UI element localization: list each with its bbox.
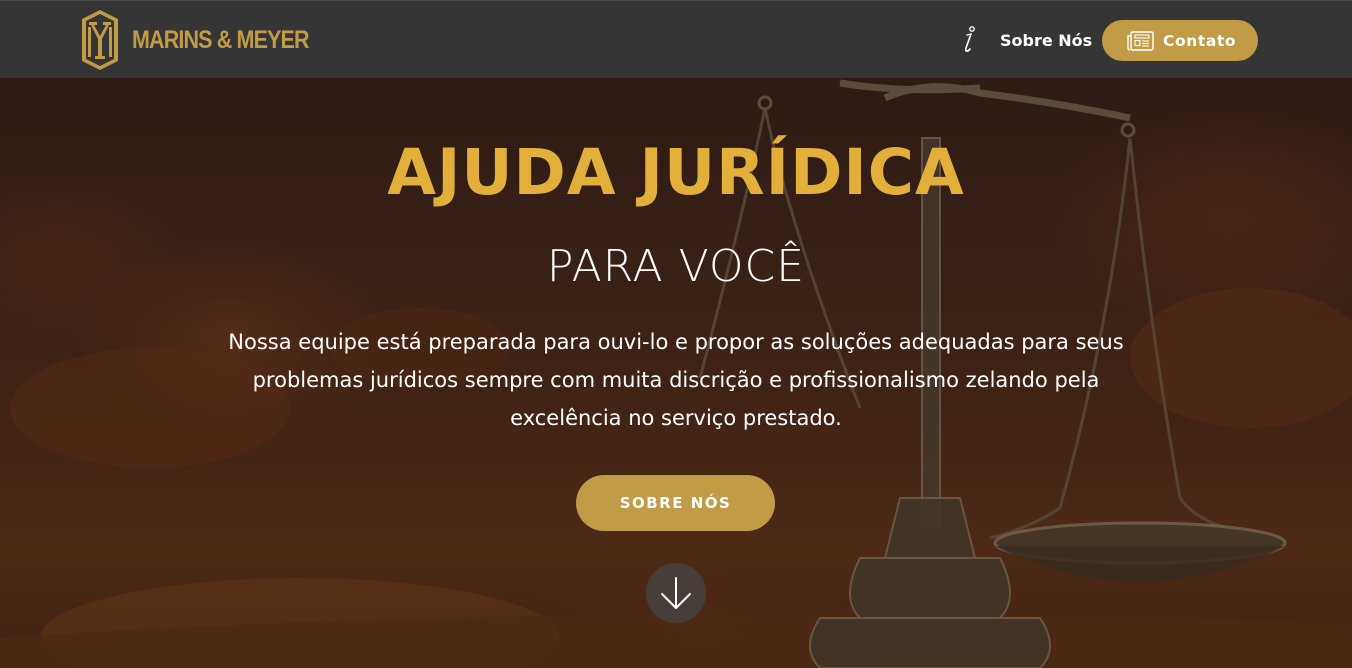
- hero-subtitle: PARA VOCÊ: [546, 241, 806, 292]
- about-us-button[interactable]: SOBRE NÓS: [576, 475, 775, 531]
- hero-section: AJUDA JURÍDICA PARA VOCÊ Nossa equipe es…: [0, 78, 1352, 668]
- newspaper-icon: [1127, 30, 1154, 51]
- brand-logo[interactable]: MARINS & MEYER: [80, 9, 337, 71]
- hero-description: Nossa equipe está preparada para ouvi-lo…: [228, 330, 1124, 430]
- nav-link-about[interactable]: Sobre Nós: [962, 23, 1092, 57]
- hero-title: AJUDA JURÍDICA: [387, 136, 965, 209]
- info-icon: [964, 26, 975, 52]
- arrow-down-icon: [661, 577, 691, 609]
- logo-text: MARINS & MEYER: [132, 25, 310, 54]
- top-navbar: MARINS & MEYER Sobre Nós Contato: [0, 0, 1352, 78]
- contact-button[interactable]: Contato: [1102, 20, 1258, 61]
- scroll-down-button[interactable]: [646, 563, 706, 623]
- logo-mark-icon: [82, 10, 118, 70]
- contact-button-label: Contato: [1163, 31, 1237, 50]
- nav-link-about-label: Sobre Nós: [1000, 30, 1093, 50]
